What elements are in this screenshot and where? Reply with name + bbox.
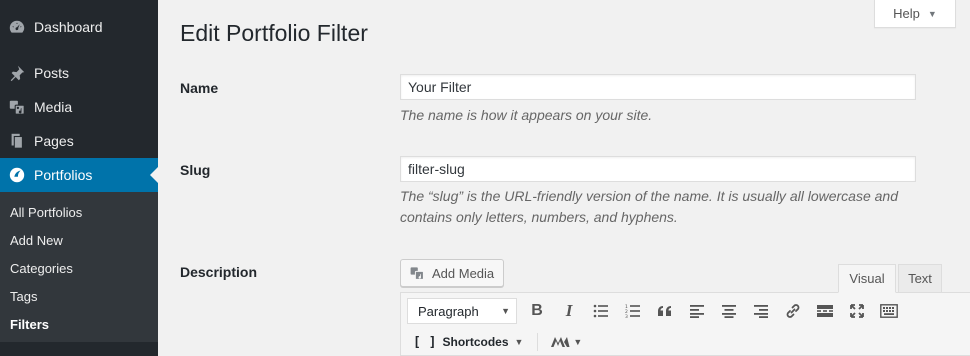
- menu-label: Dashboard: [34, 19, 103, 35]
- fullscreen-button[interactable]: [841, 297, 873, 325]
- add-media-button[interactable]: Add Media: [400, 259, 504, 287]
- name-description: The name is how it appears on your site.: [400, 107, 653, 123]
- name-input[interactable]: [400, 74, 916, 100]
- submenu-item-tags[interactable]: Tags: [0, 282, 158, 310]
- help-button[interactable]: Help ▼: [874, 0, 956, 28]
- tab-text[interactable]: Text: [898, 264, 942, 293]
- format-select[interactable]: Paragraph ▼: [407, 298, 517, 324]
- align-right-icon: [754, 305, 768, 318]
- caret-down-icon: ▼: [927, 8, 937, 19]
- menu-label: Portfolios: [34, 167, 93, 183]
- description-label: Description: [180, 264, 258, 280]
- slug-description-line-2: contains only letters, numbers, and hyph…: [400, 209, 678, 225]
- submenu-item-all-portfolios[interactable]: All Portfolios: [0, 198, 158, 226]
- caret-down-icon: ▼: [573, 337, 583, 347]
- shortcodes-dropdown[interactable]: [ ] Shortcodes ▼: [407, 328, 529, 356]
- read-more-icon: [817, 305, 833, 317]
- menu-label: Pages: [34, 133, 74, 149]
- caret-down-icon: ▼: [514, 337, 524, 347]
- toolbar-divider: [537, 333, 539, 351]
- submenu-item-add-new[interactable]: Add New: [0, 226, 158, 254]
- add-media-label: Add Media: [432, 265, 495, 281]
- bulleted-list-icon: [593, 304, 608, 318]
- pin-icon: [0, 64, 34, 82]
- align-right-button[interactable]: [745, 297, 777, 325]
- format-select-value: Paragraph: [418, 303, 479, 319]
- read-more-button[interactable]: [809, 297, 841, 325]
- italic-icon: I: [565, 301, 573, 320]
- menu-item-posts[interactable]: Posts: [0, 56, 158, 90]
- menu-label: Media: [34, 99, 73, 115]
- toolbar-toggle-button[interactable]: [873, 297, 905, 325]
- align-center-button[interactable]: [713, 297, 745, 325]
- portfolios-submenu: All Portfolios Add New Categories Tags F…: [0, 192, 158, 342]
- mk-logo-icon: [551, 337, 570, 347]
- menu-item-media[interactable]: Media: [0, 90, 158, 124]
- admin-sidebar: Dashboard Posts Media Pages Portfolios A…: [0, 0, 158, 356]
- keyboard-icon: [880, 304, 898, 318]
- menu-item-portfolios[interactable]: Portfolios: [0, 158, 158, 192]
- numbered-list-button[interactable]: 123: [617, 297, 649, 325]
- media-icon: [409, 265, 425, 281]
- slug-label: Slug: [180, 162, 211, 178]
- shortcode-brackets-icon: [ ]: [413, 334, 437, 350]
- editor-toolbar: Paragraph ▼ B I 123 [] Shortcodes ▼ ▼: [400, 292, 970, 356]
- pages-icon: [0, 132, 34, 150]
- menu-item-dashboard[interactable]: Dashboard: [0, 10, 158, 44]
- submenu-item-filters[interactable]: Filters: [0, 310, 158, 338]
- portfolio-icon: [0, 166, 34, 184]
- dashboard-icon: [0, 18, 34, 36]
- toolbar-row-1: Paragraph ▼ B I 123: [407, 297, 905, 325]
- insert-link-button[interactable]: [777, 297, 809, 325]
- page-title: Edit Portfolio Filter: [180, 20, 368, 46]
- menu-item-pages[interactable]: Pages: [0, 124, 158, 158]
- help-label: Help: [893, 6, 920, 21]
- slug-input[interactable]: [400, 156, 916, 182]
- blockquote-icon: [658, 306, 671, 316]
- menu-label: Posts: [34, 65, 70, 81]
- toolbar-row-2: [ ] Shortcodes ▼ ▼: [407, 328, 586, 356]
- bulleted-list-button[interactable]: [585, 297, 617, 325]
- link-icon: [786, 304, 800, 318]
- submenu-item-categories[interactable]: Categories: [0, 254, 158, 282]
- slug-description-line-1: The “slug” is the URL-friendly version o…: [400, 188, 898, 204]
- bold-button[interactable]: B: [521, 297, 553, 325]
- fullscreen-icon: [850, 304, 864, 318]
- align-center-icon: [722, 305, 736, 318]
- svg-text:3: 3: [625, 314, 628, 318]
- numbered-list-icon: 123: [625, 304, 640, 318]
- media-icon: [0, 98, 34, 116]
- shortcodes-label: Shortcodes: [442, 335, 509, 349]
- mk-dropdown[interactable]: ▼: [546, 328, 586, 356]
- name-label: Name: [180, 80, 219, 96]
- bold-icon: B: [531, 302, 543, 319]
- blockquote-button[interactable]: [649, 297, 681, 325]
- align-left-icon: [690, 305, 704, 318]
- tab-visual[interactable]: Visual: [838, 264, 896, 293]
- italic-button[interactable]: I: [553, 297, 585, 325]
- align-left-button[interactable]: [681, 297, 713, 325]
- caret-down-icon: ▼: [501, 306, 510, 316]
